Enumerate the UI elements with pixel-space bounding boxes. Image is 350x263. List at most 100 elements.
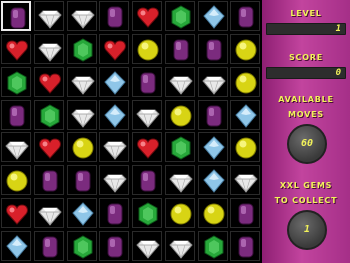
board-cell[interactable]	[1, 198, 31, 229]
board-cell[interactable]	[99, 66, 130, 97]
board-cell[interactable]	[197, 231, 228, 262]
level-display: 1	[266, 23, 346, 35]
board-cell[interactable]	[1, 165, 31, 196]
board-cell[interactable]	[66, 99, 97, 130]
board-cell[interactable]	[99, 33, 130, 64]
board-cell[interactable]	[132, 165, 162, 196]
level-label: LEVEL	[290, 9, 322, 18]
diamond-gem-icon	[38, 43, 62, 62]
board-cell[interactable]	[33, 132, 64, 163]
board-cell[interactable]	[99, 99, 130, 130]
board-cell[interactable]	[66, 66, 97, 97]
score-display: 0	[266, 67, 346, 79]
diamond-gem-icon	[169, 240, 193, 259]
board-cell[interactable]	[1, 231, 31, 262]
board-cell[interactable]	[132, 198, 162, 229]
board-cell[interactable]	[33, 66, 64, 97]
board-cell[interactable]	[197, 165, 228, 196]
board-cell[interactable]	[1, 99, 31, 130]
blue-gem-icon	[71, 202, 94, 226]
purple-gem-icon	[75, 170, 90, 192]
board-cell[interactable]	[33, 33, 64, 64]
diamond-gem-icon	[234, 174, 258, 194]
board-cell[interactable]	[99, 132, 130, 163]
board-cell[interactable]	[197, 198, 228, 229]
green-gem-icon	[171, 5, 191, 29]
board-cell[interactable]	[197, 132, 228, 163]
board-cell[interactable]	[164, 198, 195, 229]
board-cell[interactable]	[99, 1, 130, 31]
heart-gem-icon	[38, 138, 61, 160]
blue-gem-icon	[104, 103, 126, 128]
board-cell[interactable]	[230, 1, 261, 31]
board-cell[interactable]	[33, 231, 64, 262]
board-cell[interactable]	[66, 231, 97, 262]
board-cell[interactable]	[164, 99, 195, 130]
board-cell[interactable]	[66, 33, 97, 64]
board-cell[interactable]	[1, 1, 31, 31]
board-cell[interactable]	[132, 99, 162, 130]
moves-value: 60	[300, 138, 314, 149]
board-cell[interactable]	[230, 198, 261, 229]
board-cell[interactable]	[230, 165, 261, 196]
board-cell[interactable]	[230, 99, 261, 130]
board-cell[interactable]	[33, 198, 64, 229]
purple-gem-icon	[173, 39, 189, 61]
purple-gem-icon	[140, 72, 156, 94]
board-cell[interactable]	[66, 132, 97, 163]
board-cell[interactable]	[230, 132, 261, 163]
board-cell[interactable]	[66, 165, 97, 196]
board-cell[interactable]	[33, 99, 64, 130]
board-cell[interactable]	[164, 33, 195, 64]
heart-gem-icon	[6, 40, 28, 61]
board-cell[interactable]	[1, 33, 31, 64]
board-cell[interactable]	[197, 33, 228, 64]
board-cell[interactable]	[132, 33, 162, 64]
board-cell[interactable]	[132, 231, 162, 262]
purple-gem-icon	[206, 39, 221, 61]
heart-gem-icon	[137, 138, 159, 160]
board-cell[interactable]	[66, 1, 97, 31]
level-value: 1	[335, 24, 341, 34]
moves-label-line1: AVAILABLE	[278, 95, 334, 104]
board-cell[interactable]	[99, 231, 130, 262]
board-cell[interactable]	[33, 1, 64, 31]
gems-label-line2: TO COLLECT	[274, 196, 338, 205]
board-cell[interactable]	[164, 1, 195, 31]
green-gem-icon	[138, 202, 158, 226]
board-cell[interactable]	[230, 231, 261, 262]
moves-label-line2: MOVES	[288, 110, 324, 119]
board-cell[interactable]	[197, 1, 228, 31]
board-cell[interactable]	[66, 198, 97, 229]
diamond-gem-icon	[103, 141, 127, 161]
gems-label-line1: XXL GEMS	[279, 181, 333, 190]
purple-gem-icon	[107, 236, 123, 258]
board-cell[interactable]	[99, 198, 130, 229]
board-cell[interactable]	[164, 231, 195, 262]
board-cell[interactable]	[132, 132, 162, 163]
purple-gem-icon	[42, 236, 58, 258]
board-cell[interactable]	[33, 165, 64, 196]
board-cell[interactable]	[132, 1, 162, 31]
diamond-gem-icon	[5, 141, 29, 161]
diamond-gem-icon	[70, 10, 95, 29]
board-cell[interactable]	[164, 132, 195, 163]
board-cell[interactable]	[1, 66, 31, 97]
purple-gem-icon	[238, 6, 254, 28]
board-cell[interactable]	[230, 66, 261, 97]
heart-gem-icon	[137, 7, 159, 28]
purple-gem-icon	[10, 7, 26, 29]
diamond-gem-icon	[169, 174, 193, 194]
board-cell[interactable]	[230, 33, 261, 64]
board-cell[interactable]	[99, 165, 130, 196]
board-cell[interactable]	[164, 165, 195, 196]
score-value: 0	[335, 68, 341, 78]
side-panel: LEVEL 1 SCORE 0 AVAILABLE MOVES 60 XXL G…	[262, 0, 350, 263]
board-cell[interactable]	[197, 99, 228, 130]
yellow-gem-icon	[235, 72, 257, 94]
board-cell[interactable]	[164, 66, 195, 97]
board-cell[interactable]	[197, 66, 228, 97]
board-cell[interactable]	[1, 132, 31, 163]
diamond-gem-icon	[38, 10, 62, 29]
board-cell[interactable]	[132, 66, 162, 97]
